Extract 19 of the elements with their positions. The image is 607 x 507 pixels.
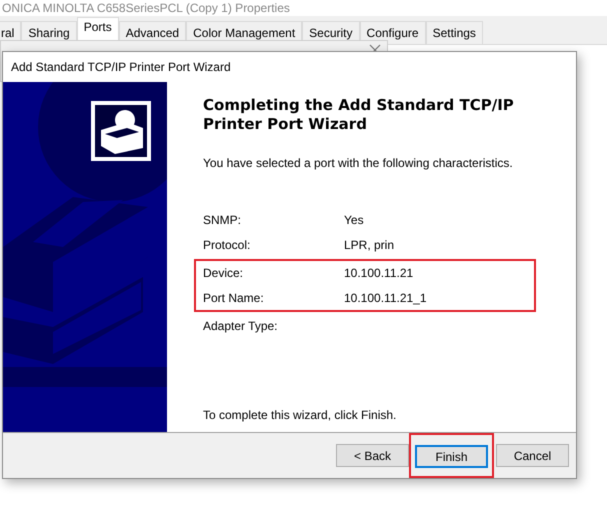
field-label: SNMP: xyxy=(203,213,242,228)
field-label: Protocol: xyxy=(203,238,252,252)
tab[interactable]: Configure xyxy=(360,21,426,44)
field-label: Device: xyxy=(203,266,244,280)
field-value: LPR, prin xyxy=(344,238,394,252)
dialog-button[interactable]: Cancel xyxy=(496,444,569,467)
field-value: 10.100.11.21 xyxy=(344,266,414,280)
wizard-heading: Completing the Add Standard TCP/IP Printer Port Wizard xyxy=(203,96,515,134)
window-title: ONICA MINOLTA C658SeriesPCL (Copy 1) Properties xyxy=(2,1,290,15)
dialog-button[interactable]: Finish xyxy=(415,445,488,468)
field-value: Yes xyxy=(344,213,364,228)
finish-note: To complete this wizard, click Finish. xyxy=(203,408,398,422)
field-label: Adapter Type: xyxy=(203,319,278,334)
field-label: Port Name: xyxy=(203,290,265,305)
dialog-title: Add Standard TCP/IP Printer Port Wizard xyxy=(11,60,231,74)
intro-text: You have selected a port with the following characteristics. xyxy=(203,156,514,170)
field-value: 10.100.11.21_1 xyxy=(344,290,427,305)
tab[interactable]: Settings xyxy=(426,21,483,44)
dialog-button[interactable]: < Back xyxy=(336,444,409,467)
